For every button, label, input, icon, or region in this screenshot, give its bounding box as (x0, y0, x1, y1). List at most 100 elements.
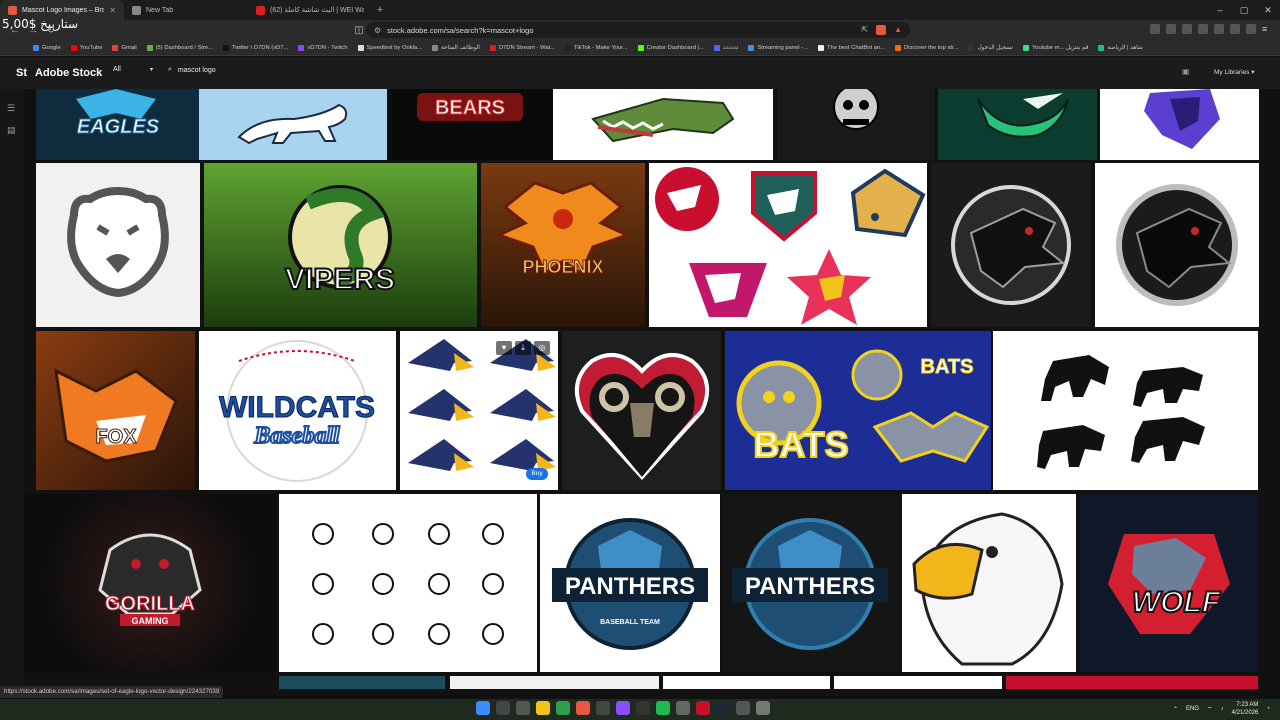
image-panther[interactable] (199, 89, 387, 160)
volume-icon[interactable]: ♪ (1221, 706, 1224, 712)
chrome-icon[interactable] (556, 701, 570, 715)
image-eagle-set[interactable] (649, 163, 927, 327)
bookmark-item[interactable]: Creator Dashboard |... (633, 44, 709, 51)
language-indicator[interactable]: ENG (1186, 706, 1199, 712)
asset-type-select[interactable]: All ▾ (113, 66, 153, 73)
bookmark-item[interactable]: شاهد | الرياضة (1093, 44, 1147, 51)
my-libraries-button[interactable]: My Libraries ▾ (1214, 68, 1254, 76)
bookmark-item[interactable]: Google (28, 44, 66, 51)
adobe-icon[interactable] (696, 701, 710, 715)
bookmark-item[interactable]: Speedtest by Ookla... (353, 44, 427, 51)
heart-icon[interactable]: ♥ (496, 341, 512, 355)
download-icon[interactable]: ⤓ (515, 341, 531, 355)
app-icon[interactable] (736, 701, 750, 715)
clock[interactable]: 7:23 AM 4/21/2026 (1232, 701, 1259, 717)
maximize-button[interactable]: ▢ (1232, 0, 1256, 20)
new-tab-button[interactable]: + (372, 4, 388, 16)
image-gorilla[interactable]: GORILLA GAMING (24, 494, 276, 672)
tab-new-tab[interactable]: New Tab (124, 0, 248, 20)
close-icon[interactable]: ✕ (109, 6, 116, 15)
network-icon[interactable]: ⌔ (1207, 705, 1213, 713)
filters-icon[interactable]: ☰ (7, 103, 15, 114)
bookmark-item[interactable]: تسجيل الدخول (963, 44, 1018, 51)
visual-search-icon[interactable]: ◎ (534, 341, 550, 355)
image-partial-3[interactable] (663, 676, 830, 689)
image-wildcats[interactable]: WILDCATS Baseball (199, 331, 396, 490)
image-dragon-light[interactable] (1095, 163, 1259, 327)
steam-icon[interactable] (716, 701, 730, 715)
image-bear[interactable] (36, 163, 200, 327)
image-panthers-light[interactable]: PANTHERS BASEBALL TEAM (540, 494, 720, 672)
image-bats[interactable]: BATS BATS (725, 331, 991, 490)
task-view-icon[interactable] (516, 701, 530, 715)
bookmark-item[interactable]: The best ChatBot an... (813, 44, 890, 51)
brave-icon[interactable] (576, 701, 590, 715)
image-serpent[interactable] (938, 89, 1097, 160)
bookmark-item[interactable]: Streaming panel -... (743, 44, 813, 51)
extension-icon[interactable] (1246, 24, 1256, 34)
menu-icon[interactable]: ≡ (1262, 24, 1272, 34)
extension-icon[interactable] (1166, 24, 1176, 34)
collections-icon[interactable]: ▤ (7, 125, 16, 136)
messenger-icon[interactable] (616, 701, 630, 715)
bookmark-item[interactable]: Discover the top str... (890, 44, 963, 51)
start-icon[interactable] (476, 701, 490, 715)
bookmark-item[interactable]: Youtube m... قم بتنزيل (1018, 44, 1094, 51)
close-window-button[interactable]: ✕ (1256, 0, 1280, 20)
image-cartoon-faces[interactable] (279, 494, 537, 672)
rewards-icon[interactable]: ▲ (894, 25, 902, 35)
image-bears[interactable]: BEARS (387, 89, 553, 160)
image-partial-2[interactable] (450, 676, 659, 689)
minimize-button[interactable]: – (1208, 0, 1232, 20)
buy-button[interactable]: Buy (526, 468, 548, 480)
share-icon[interactable]: ⇱ (861, 25, 868, 35)
bookmark-item[interactable]: (5) Dashboard / Stre... (142, 44, 218, 51)
image-wolf[interactable]: WOLF (1080, 494, 1258, 672)
search-icon[interactable] (496, 701, 510, 715)
image-vipers[interactable]: VIPERS (204, 163, 477, 327)
adobe-stock-title[interactable]: Adobe Stock (35, 67, 102, 79)
adobe-stock-logo[interactable]: St (16, 67, 27, 79)
extension-icon[interactable] (1182, 24, 1192, 34)
visual-search-icon[interactable]: ▣ (1182, 67, 1190, 76)
bookmark-item[interactable]: الوظائف المتاحة (427, 44, 485, 51)
extension-icon[interactable] (1214, 24, 1224, 34)
obs-icon[interactable] (636, 701, 650, 715)
notepad-icon[interactable] (676, 701, 690, 715)
bookmark-item[interactable]: YouTube (66, 44, 108, 51)
bookmark-item[interactable]: TikTok - Make Your... (560, 44, 633, 51)
image-bulls[interactable] (993, 331, 1258, 490)
image-dragon-dark[interactable] (931, 163, 1091, 327)
image-fox[interactable]: FOX (36, 331, 195, 490)
image-ram-heart[interactable] (562, 331, 721, 490)
image-wolf-purple[interactable] (1100, 89, 1259, 160)
app-icon[interactable] (756, 701, 770, 715)
notification-icon[interactable]: ◔ (1266, 706, 1270, 712)
bookmark-item[interactable]: D7DN Stream - Wat... (485, 44, 560, 51)
site-info-icon[interactable]: ⚙ (374, 26, 381, 35)
tab-youtube-live[interactable]: (62) البث شاشة كاملة | WEI Warriors (248, 0, 372, 20)
bookmark-item[interactable]: دددددد (709, 44, 744, 51)
image-eagle-heads[interactable]: ♥ ⤓ ◎ Buy (400, 331, 558, 490)
image-alligator[interactable] (553, 89, 773, 160)
image-partial-4[interactable] (834, 676, 1002, 689)
address-bar[interactable]: ⚙ stock.adobe.com/sa/search?k=mascot+log… (366, 22, 910, 38)
extension-icon[interactable] (1150, 24, 1160, 34)
bookmark-item[interactable]: Gmail (107, 44, 141, 51)
app-icon[interactable] (596, 701, 610, 715)
search-field[interactable]: ⌕ mascot logo (168, 66, 216, 74)
brave-shield-icon[interactable] (876, 25, 887, 35)
extension-icon[interactable] (1198, 24, 1208, 34)
extension-icon[interactable] (1230, 24, 1240, 34)
image-eagle-head[interactable] (902, 494, 1076, 672)
bookmark-item[interactable]: vD7DN - Twitch (293, 44, 352, 51)
image-skull[interactable] (777, 89, 935, 160)
bookmark-item[interactable]: Twitter \ D7DN (vD7... (218, 44, 293, 51)
tray-chevron-icon[interactable]: ⌃ (1173, 706, 1178, 713)
file-explorer-icon[interactable] (536, 701, 550, 715)
spotify-icon[interactable] (656, 701, 670, 715)
image-panthers-dark[interactable]: PANTHERS (722, 494, 899, 672)
image-partial-5[interactable] (1006, 676, 1258, 689)
image-partial-1[interactable] (279, 676, 445, 689)
image-phoenix[interactable]: PHOENIX (481, 163, 645, 327)
